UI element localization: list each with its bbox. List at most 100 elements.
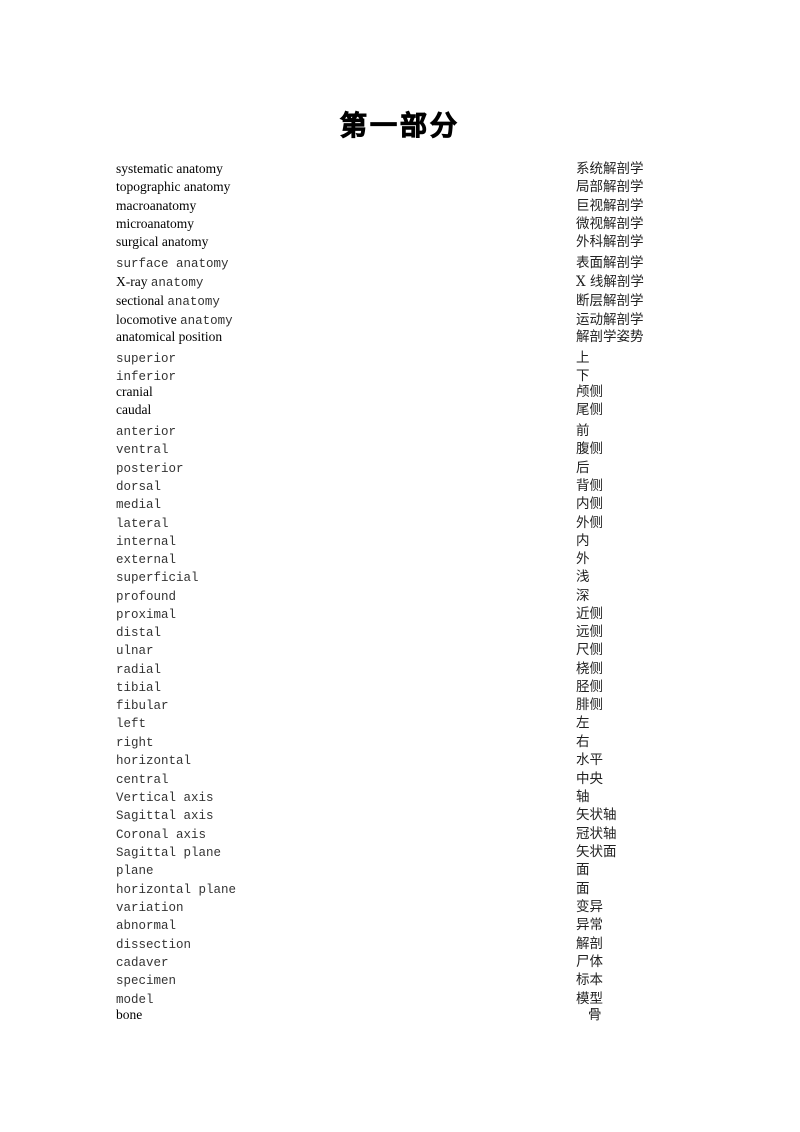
english-term-segment: X-ray bbox=[116, 274, 151, 289]
english-term: tibial bbox=[116, 678, 161, 697]
chinese-term: 面 bbox=[576, 881, 590, 897]
english-term-segment: anatomy bbox=[150, 276, 204, 290]
english-term-segment: profound bbox=[116, 590, 177, 604]
english-term: dorsal bbox=[116, 477, 161, 496]
chinese-term: 近侧 bbox=[576, 606, 603, 622]
english-term: distal bbox=[116, 623, 161, 642]
chinese-term: 深 bbox=[576, 588, 590, 604]
glossary-row: systematic anatomy 系统解剖学 bbox=[0, 160, 800, 178]
english-term: cadaver bbox=[116, 953, 169, 972]
english-term: radial bbox=[116, 660, 161, 679]
glossary-row: internal 内 bbox=[0, 532, 800, 550]
chinese-term: 冠状轴 bbox=[576, 826, 617, 842]
glossary-row: ventral 腹侧 bbox=[0, 440, 800, 458]
english-term-segment: inferior bbox=[116, 370, 177, 384]
english-term: anatomical position bbox=[116, 328, 222, 346]
chinese-term: 远侧 bbox=[576, 624, 603, 640]
english-term: systematic anatomy bbox=[116, 160, 223, 178]
english-term: surface anatomy bbox=[116, 254, 229, 273]
glossary-row: Vertical axis 轴 bbox=[0, 788, 800, 806]
chinese-term: 变异 bbox=[576, 899, 603, 915]
chinese-term: 外侧 bbox=[576, 515, 603, 531]
english-term: lateral bbox=[116, 514, 169, 533]
glossary-row: surface anatomy 表面解剖学 bbox=[0, 254, 800, 272]
chinese-term: 矢状面 bbox=[576, 844, 617, 860]
chinese-term: 颅侧 bbox=[576, 384, 603, 400]
glossary-row: superficial 浅 bbox=[0, 568, 800, 586]
chinese-term: 背侧 bbox=[576, 478, 603, 494]
english-term-segment: right bbox=[116, 736, 154, 750]
english-term: macroanatomy bbox=[116, 197, 196, 215]
chinese-term: 解剖 bbox=[576, 936, 603, 952]
glossary-row: locomotive anatomy 运动解剖学 bbox=[0, 311, 800, 329]
glossary-row: microanatomy 微视解剖学 bbox=[0, 215, 800, 233]
chinese-term: 外科解剖学 bbox=[576, 234, 644, 250]
chinese-term: 尸体 bbox=[576, 954, 603, 970]
english-term: Coronal axis bbox=[116, 825, 206, 844]
english-term-segment: bone bbox=[116, 1007, 143, 1022]
english-term: central bbox=[116, 770, 169, 789]
chinese-term: 中央 bbox=[576, 771, 603, 787]
english-term-segment: specimen bbox=[116, 974, 177, 988]
chinese-term: 腓侧 bbox=[576, 697, 603, 713]
glossary-row: X-ray anatomy X 线解剖学 bbox=[0, 273, 800, 291]
chinese-term: 局部解剖学 bbox=[576, 179, 644, 195]
glossary-row: posterior 后 bbox=[0, 459, 800, 477]
glossary-row: specimen 标本 bbox=[0, 971, 800, 989]
chinese-term: 运动解剖学 bbox=[576, 312, 644, 328]
english-term-segment: ulnar bbox=[116, 644, 154, 658]
glossary-row: anterior 前 bbox=[0, 422, 800, 440]
english-term-segment: internal bbox=[116, 535, 177, 549]
english-term: horizontal plane bbox=[116, 880, 236, 899]
chinese-term: 表面解剖学 bbox=[576, 255, 644, 271]
english-term: anterior bbox=[116, 422, 176, 441]
english-term-segment: locomotive bbox=[116, 312, 181, 327]
glossary-row: left 左 bbox=[0, 714, 800, 732]
english-term-segment: external bbox=[116, 553, 177, 567]
english-term: Vertical axis bbox=[116, 788, 214, 807]
english-term-segment: macroanatomy bbox=[116, 198, 197, 213]
glossary-row: external 外 bbox=[0, 550, 800, 568]
english-term: abnormal bbox=[116, 916, 176, 935]
english-term-segment: anatomy bbox=[167, 295, 220, 309]
english-term: right bbox=[116, 733, 154, 752]
chinese-term: 前 bbox=[576, 423, 590, 439]
glossary-row: bone 骨 bbox=[0, 1006, 800, 1024]
chinese-term: 胫侧 bbox=[576, 679, 603, 695]
english-term: external bbox=[116, 550, 176, 569]
chinese-term: 系统解剖学 bbox=[576, 161, 644, 177]
page-title: 第一部分 bbox=[340, 111, 460, 143]
english-term: ventral bbox=[116, 440, 169, 459]
english-term: sectional anatomy bbox=[116, 292, 220, 311]
english-term-segment: dissection bbox=[116, 938, 192, 952]
glossary-row: right 右 bbox=[0, 733, 800, 751]
english-term: dissection bbox=[116, 935, 191, 954]
glossary-row: topographic anatomy 局部解剖学 bbox=[0, 178, 800, 196]
english-term: profound bbox=[116, 587, 176, 606]
chinese-term: 腹侧 bbox=[576, 441, 603, 457]
english-term-segment: Coronal axis bbox=[116, 828, 207, 842]
english-term: topographic anatomy bbox=[116, 178, 230, 196]
english-term: X-ray anatomy bbox=[116, 273, 203, 292]
english-term: left bbox=[116, 714, 146, 733]
english-term-segment: cranial bbox=[116, 384, 153, 399]
glossary-row: dissection 解剖 bbox=[0, 935, 800, 953]
english-term: internal bbox=[116, 532, 176, 551]
glossary-row: distal 远侧 bbox=[0, 623, 800, 641]
english-term: superficial bbox=[116, 568, 199, 587]
english-term-segment: posterior bbox=[116, 462, 184, 476]
glossary-row: caudal 尾侧 bbox=[0, 401, 800, 419]
glossary-row: cranial 颅侧 bbox=[0, 383, 800, 401]
english-term-segment: sectional bbox=[116, 293, 168, 308]
english-term-segment: surgical anatomy bbox=[116, 234, 209, 249]
chinese-term: 解剖学姿势 bbox=[576, 329, 644, 345]
english-term-segment: superior bbox=[116, 352, 177, 366]
glossary-row: plane 面 bbox=[0, 861, 800, 879]
glossary-row: horizontal plane 面 bbox=[0, 880, 800, 898]
glossary-row: fibular 腓侧 bbox=[0, 696, 800, 714]
english-term-segment: caudal bbox=[116, 402, 152, 417]
glossary-row: profound 深 bbox=[0, 587, 800, 605]
glossary-row: central 中央 bbox=[0, 770, 800, 788]
english-term-segment: medial bbox=[116, 498, 162, 512]
english-term: plane bbox=[116, 861, 154, 880]
